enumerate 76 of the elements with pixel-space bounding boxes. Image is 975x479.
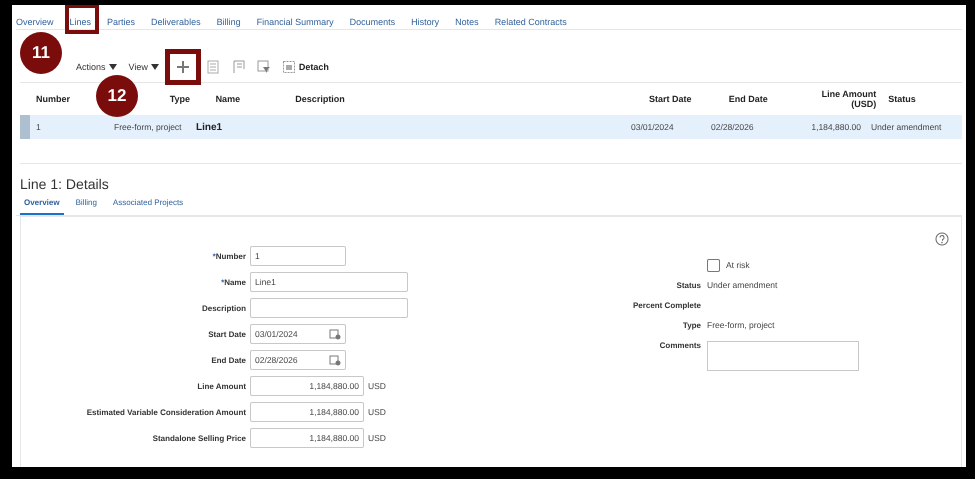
- column-header: Number: [36, 94, 70, 104]
- highlight-rectangle: [64, 5, 99, 34]
- input-field[interactable]: Line1: [250, 272, 408, 292]
- table-cell: 02/28/2026: [711, 122, 754, 132]
- caret-icon: [150, 64, 159, 70]
- table-cell: 03/01/2024: [631, 122, 674, 132]
- detail-tab[interactable]: Overview: [20, 198, 64, 215]
- calendar-icon: [329, 328, 341, 340]
- field-label: Status: [676, 280, 701, 290]
- currency-label: USD: [368, 381, 386, 391]
- column-header: Name: [216, 94, 240, 104]
- list-icon[interactable]: [206, 60, 219, 74]
- callout-badge: 11: [20, 32, 62, 74]
- checkbox-label: At risk: [726, 260, 750, 270]
- table-cell: 1,184,880.00: [811, 122, 861, 132]
- add-icon[interactable]: [176, 61, 189, 73]
- help-icon[interactable]: [935, 232, 949, 246]
- column-header: Type: [170, 94, 190, 104]
- field-label: Percent Complete: [632, 300, 701, 310]
- field-value: Free-form, project: [707, 320, 775, 330]
- page-tab[interactable]: History: [411, 17, 440, 32]
- input-field[interactable]: [250, 298, 408, 318]
- menu-button[interactable]: Actions: [76, 62, 117, 72]
- caret-icon: [108, 64, 117, 70]
- field-label: Type: [682, 320, 701, 330]
- detach-icon: [282, 61, 295, 73]
- field-label: Standalone Selling Price: [152, 434, 246, 442]
- callout-badge: 12: [96, 75, 138, 117]
- detail-tab[interactable]: Associated Projects: [108, 198, 188, 215]
- table-cell: 1: [36, 122, 41, 132]
- field-label: Estimated Variable Consideration Amount: [86, 408, 246, 416]
- page-tab[interactable]: Financial Summary: [256, 17, 334, 32]
- page-tab[interactable]: Documents: [350, 17, 396, 32]
- column-header: Start Date: [649, 94, 692, 104]
- section-title: Line 1: Details: [19, 176, 110, 192]
- field-value: Under amendment: [707, 280, 778, 290]
- detach-button[interactable]: Detach: [282, 61, 329, 73]
- date-field[interactable]: 03/01/2024: [250, 324, 346, 344]
- field-label: Description: [200, 304, 246, 312]
- page-tab[interactable]: Related Contracts: [494, 17, 567, 32]
- freeze-icon[interactable]: [230, 60, 245, 74]
- page-tab[interactable]: Parties: [107, 17, 136, 32]
- page-tab[interactable]: Lines: [70, 17, 92, 34]
- field-label: Comments: [660, 341, 701, 350]
- table-cell: Free-form, project: [114, 122, 182, 132]
- column-header: Line Amount (USD): [820, 89, 876, 109]
- table-cell: Line1: [196, 122, 222, 132]
- page-tab[interactable]: Billing: [216, 17, 241, 32]
- field-label: *Number: [212, 252, 246, 260]
- checkbox[interactable]: [707, 258, 720, 272]
- currency-label: USD: [368, 407, 386, 417]
- input-field[interactable]: 1,184,880.00: [250, 402, 364, 422]
- filter-icon[interactable]: [256, 60, 271, 74]
- row-selection-indicator: [20, 115, 30, 139]
- table-row[interactable]: 1 Free-form, project Line1 03/01/2024 02/28/2026 1,184,880.00 Under amendment: [20, 115, 962, 139]
- page-tab[interactable]: Deliverables: [151, 17, 201, 32]
- comments-field[interactable]: [707, 341, 859, 371]
- menu-button[interactable]: View: [128, 62, 159, 72]
- input-field[interactable]: 1: [250, 246, 346, 266]
- currency-label: USD: [368, 433, 386, 443]
- column-header: End Date: [728, 94, 768, 104]
- detail-tab[interactable]: Billing: [72, 198, 101, 215]
- field-label: Line Amount: [196, 382, 246, 390]
- table-cell: Under amendment: [871, 122, 942, 132]
- field-label: Start Date: [207, 330, 246, 338]
- field-label: *Name: [220, 278, 246, 286]
- column-header: Status: [888, 94, 916, 104]
- page-tab[interactable]: Overview: [16, 17, 54, 32]
- highlight-rectangle: [164, 49, 201, 85]
- input-field[interactable]: 1,184,880.00: [250, 428, 364, 448]
- calendar-icon: [329, 354, 341, 366]
- page-tab[interactable]: Notes: [455, 17, 479, 32]
- column-header: Description: [295, 94, 345, 104]
- input-field[interactable]: 1,184,880.00: [250, 376, 364, 396]
- date-field[interactable]: 02/28/2026: [250, 350, 346, 370]
- field-label: End Date: [210, 356, 246, 364]
